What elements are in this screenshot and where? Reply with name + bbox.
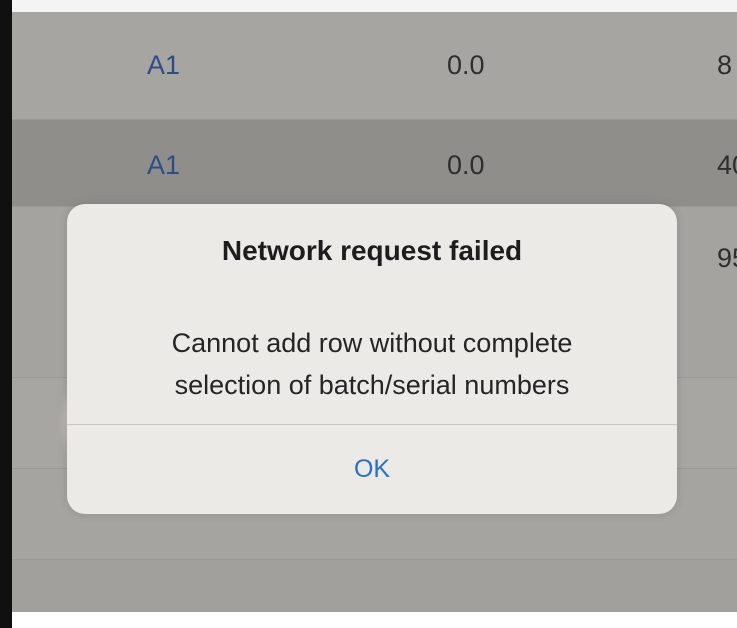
row-number: 8 [717, 50, 733, 80]
table-row[interactable]: A1 0.0 8 [12, 12, 737, 120]
device-bezel [0, 0, 12, 628]
row-number: 95 [717, 243, 737, 273]
alert-message-line-2: selection of batch/serial numbers [174, 370, 570, 400]
alert-message: Cannot add row without complete selectio… [67, 322, 677, 406]
row-code: A1 [147, 50, 181, 80]
row-quantity: 0.0 [447, 50, 485, 80]
row-quantity: 0.0 [447, 150, 485, 180]
photo-margin [12, 612, 737, 628]
photo-frame: A1 0.0 8 A1 0.0 40 A 95 Network request … [0, 0, 737, 628]
table-row[interactable] [12, 560, 737, 612]
table-row-selected[interactable]: A1 0.0 40 [12, 120, 737, 207]
ok-button[interactable]: OK [67, 425, 677, 514]
alert-dialog: Network request failed Cannot add row wi… [67, 204, 677, 514]
row-number: 40 [717, 150, 737, 180]
alert-title: Network request failed [221, 235, 523, 266]
row-code: A1 [147, 150, 181, 180]
alert-message-line-1: Cannot add row without complete [171, 328, 573, 358]
